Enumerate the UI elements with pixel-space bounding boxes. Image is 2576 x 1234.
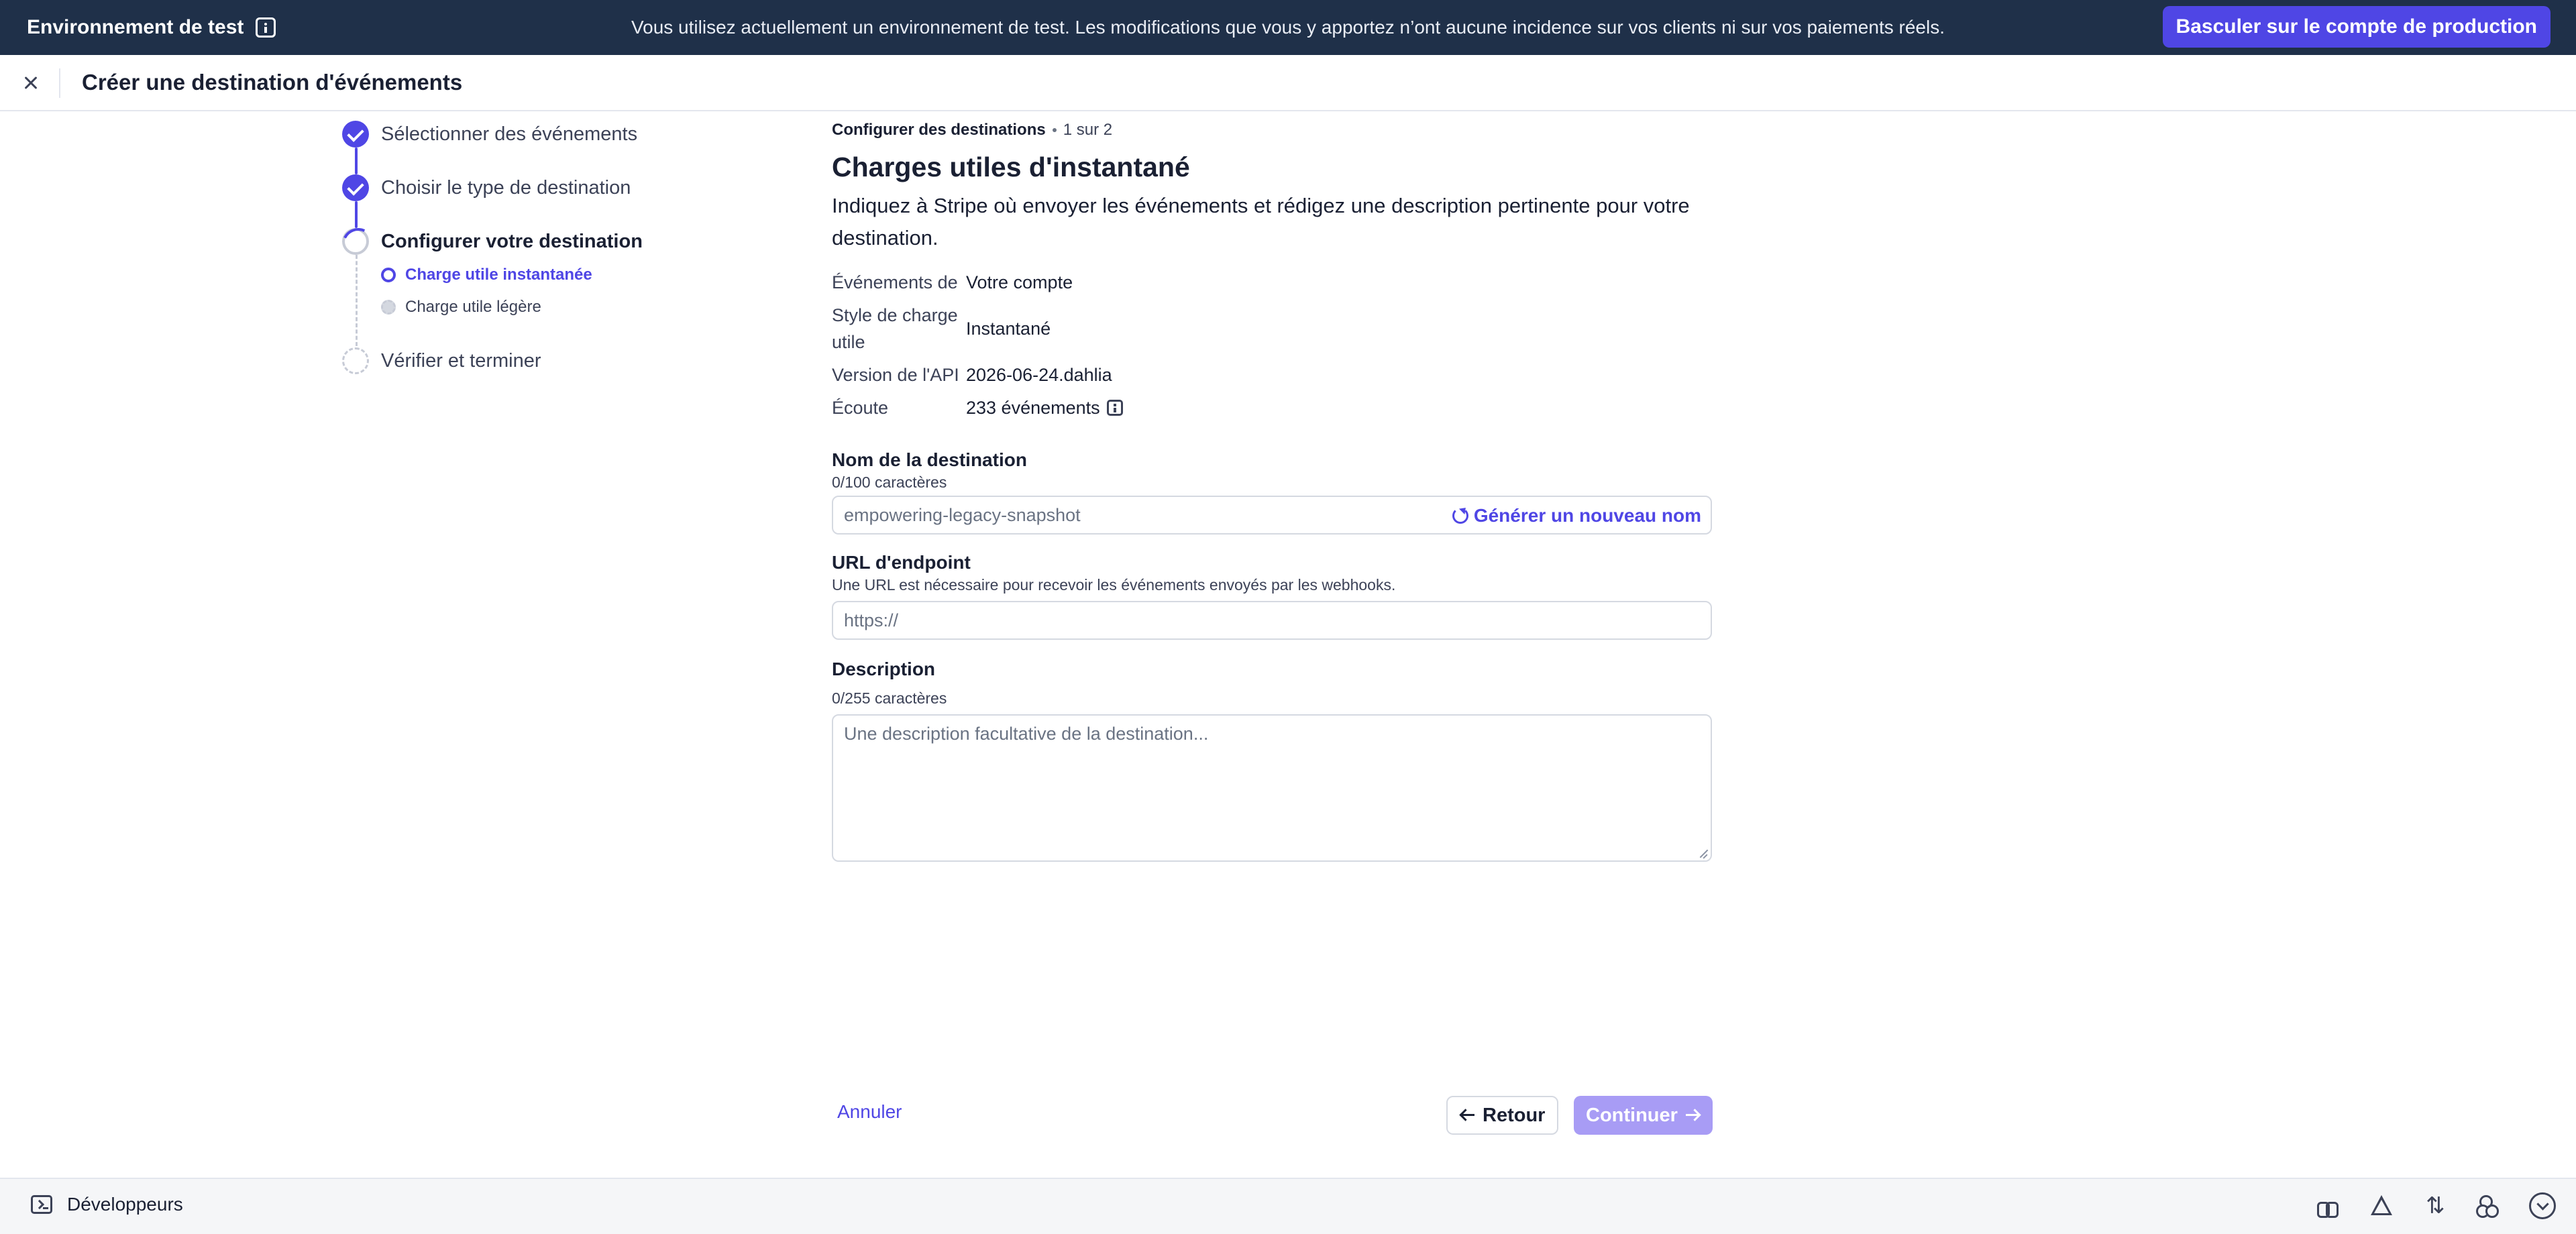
endpoint-url-group: URL d'endpoint Une URL est nécessaire po… bbox=[832, 552, 1712, 640]
step-destination-type[interactable]: Choisir le type de destination bbox=[342, 174, 631, 201]
property-value: 233 événements bbox=[966, 398, 1100, 418]
progress-stepper: Sélectionner des événements Choisir le t… bbox=[342, 121, 718, 496]
breadcrumb-separator bbox=[1052, 128, 1057, 132]
property-row: Style de charge utile Instantané bbox=[832, 302, 1712, 355]
step-select-events[interactable]: Sélectionner des événements bbox=[342, 121, 637, 148]
substep-pending-icon bbox=[381, 300, 396, 315]
configure-form: Configurer des destinations 1 sur 2 Char… bbox=[832, 121, 1712, 862]
endpoint-url-input[interactable] bbox=[833, 602, 1711, 638]
close-icon[interactable] bbox=[17, 70, 44, 97]
property-value: 2026-06-24.dahlia bbox=[966, 365, 1112, 385]
developers-toggle[interactable]: Développeurs bbox=[31, 1194, 183, 1215]
step-label: Choisir le type de destination bbox=[381, 176, 631, 199]
check-circle-icon bbox=[342, 121, 369, 148]
substep-label: Charge utile instantanée bbox=[405, 266, 592, 284]
breadcrumb-section: Configurer des destinations bbox=[832, 121, 1046, 139]
pending-circle-icon bbox=[342, 347, 369, 374]
warning-icon[interactable] bbox=[2368, 1192, 2395, 1219]
breadcrumb-progress: 1 sur 2 bbox=[1063, 121, 1113, 139]
back-button[interactable]: Retour bbox=[1446, 1096, 1559, 1135]
test-environment-banner: Vous utilisez actuellement un environnem… bbox=[0, 0, 2576, 55]
sheet-title: Créer une destination d'événements bbox=[82, 70, 463, 95]
description-textarea[interactable] bbox=[833, 716, 1711, 860]
environment-label: Environnement de test bbox=[27, 16, 244, 38]
stepper-connector-dashed bbox=[356, 255, 358, 346]
substep-active-icon bbox=[381, 268, 396, 282]
stepper-connector bbox=[355, 148, 358, 174]
destination-name-group: Nom de la destination 0/100 caractères G… bbox=[832, 449, 1712, 535]
generate-name-label: Générer un nouveau nom bbox=[1473, 505, 1701, 526]
info-icon[interactable] bbox=[256, 17, 276, 38]
step-label: Sélectionner des événements bbox=[381, 123, 638, 145]
resize-handle-icon[interactable] bbox=[1699, 848, 1708, 858]
webhook-icon[interactable] bbox=[2475, 1192, 2502, 1219]
substep-label: Charge utile légère bbox=[405, 298, 541, 316]
step-review-finish: Vérifier et terminer bbox=[342, 347, 541, 374]
chevron-down-circle-icon[interactable] bbox=[2529, 1192, 2556, 1219]
sheet-header: Créer une destination d'événements bbox=[0, 55, 2576, 111]
generate-name-button[interactable]: Générer un nouveau nom bbox=[1452, 504, 1701, 528]
property-value-group: 233 événements bbox=[966, 394, 1123, 421]
character-counter: 0/255 caractères bbox=[832, 689, 947, 707]
character-counter: 0/100 caractères bbox=[832, 473, 947, 491]
developers-label: Développeurs bbox=[67, 1194, 183, 1215]
property-row: Événements de Votre compte bbox=[832, 269, 1712, 296]
field-label: Nom de la destination bbox=[832, 449, 1027, 470]
binoculars-icon[interactable] bbox=[2314, 1192, 2341, 1219]
refresh-icon bbox=[1452, 508, 1468, 524]
info-icon[interactable] bbox=[1106, 400, 1123, 416]
substep-snapshot-payload: Charge utile instantanée bbox=[381, 265, 592, 285]
sort-arrows-icon[interactable] bbox=[2422, 1192, 2449, 1219]
breadcrumb: Configurer des destinations 1 sur 2 bbox=[832, 121, 1712, 139]
page-description: Indiquez à Stripe où envoyer les événeme… bbox=[832, 194, 1690, 249]
field-label: Description bbox=[832, 659, 936, 679]
header-divider bbox=[59, 68, 60, 98]
arrow-right-icon bbox=[1684, 1109, 1701, 1122]
description-textarea-wrap bbox=[832, 714, 1712, 862]
environment-label-group: Environnement de test bbox=[27, 0, 276, 55]
property-value: Instantané bbox=[966, 319, 1051, 339]
field-help: Une URL est nécessaire pour recevoir les… bbox=[832, 576, 1396, 594]
cancel-link[interactable]: Annuler bbox=[837, 1101, 902, 1123]
description-group: Description 0/255 caractères bbox=[832, 659, 1712, 862]
switch-to-production-button[interactable]: Basculer sur le compte de production bbox=[2162, 6, 2551, 48]
check-circle-icon bbox=[342, 174, 369, 201]
property-key: Style de charge utile bbox=[832, 305, 958, 352]
step-label: Configurer votre destination bbox=[381, 230, 643, 252]
terminal-icon bbox=[31, 1195, 52, 1214]
property-key: Écoute bbox=[832, 398, 889, 418]
page-title: Charges utiles d'instantané bbox=[832, 152, 1190, 182]
property-row: Écoute 233 événements bbox=[832, 394, 1712, 421]
field-label: URL d'endpoint bbox=[832, 552, 971, 573]
endpoint-url-input-wrap bbox=[832, 601, 1712, 640]
continue-label: Continuer bbox=[1586, 1104, 1678, 1126]
progress-circle-icon bbox=[342, 228, 369, 255]
step-configure-destination: Configurer votre destination bbox=[342, 228, 643, 255]
property-key: Événements de bbox=[832, 272, 958, 292]
step-label: Vérifier et terminer bbox=[381, 349, 541, 372]
continue-button[interactable]: Continuer bbox=[1574, 1096, 1713, 1135]
developer-tools bbox=[2314, 1192, 2556, 1219]
stepper-connector bbox=[355, 201, 358, 228]
destination-name-input-wrap: Générer un nouveau nom bbox=[832, 496, 1712, 535]
arrow-left-icon bbox=[1460, 1109, 1476, 1122]
property-value: Votre compte bbox=[966, 272, 1073, 292]
property-row: Version de l'API 2026-06-24.dahlia bbox=[832, 361, 1712, 388]
back-label: Retour bbox=[1483, 1104, 1546, 1126]
property-key: Version de l'API bbox=[832, 365, 959, 385]
summary-properties: Événements de Votre compte Style de char… bbox=[832, 269, 1712, 421]
substep-thin-payload: Charge utile légère bbox=[381, 297, 541, 317]
developers-bar: Développeurs bbox=[0, 1178, 2576, 1234]
